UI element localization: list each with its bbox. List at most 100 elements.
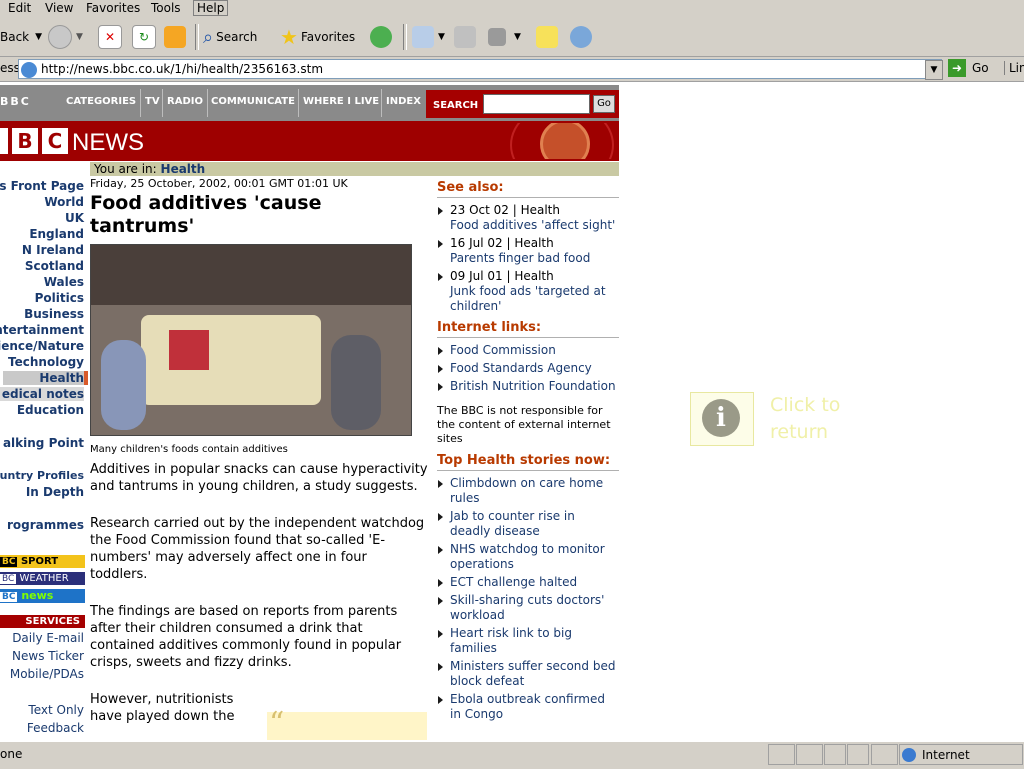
- see-also-item[interactable]: 16 Jul 02 | Health Parents finger bad foo…: [437, 236, 619, 266]
- top-story-link[interactable]: NHS watchdog to monitor operations: [437, 542, 619, 572]
- chevron-down-icon[interactable]: ▼: [35, 32, 42, 42]
- home-icon: [164, 26, 186, 48]
- nav-health[interactable]: Health: [3, 371, 88, 385]
- back-button[interactable]: Back ▼: [0, 22, 42, 52]
- nav-front-page[interactable]: ws Front Page: [0, 179, 84, 193]
- see-also-date: 09 Jul 01 | Health: [450, 269, 554, 283]
- see-also-item[interactable]: 23 Oct 02 | Health Food additives 'affect…: [437, 203, 619, 233]
- bbc-search-go-button[interactable]: Go: [593, 95, 615, 113]
- nav-radio[interactable]: RADIO: [167, 96, 203, 107]
- nav-entertainment[interactable]: ntertainment: [0, 323, 84, 337]
- nav-technology[interactable]: Technology: [8, 355, 84, 369]
- nav-england[interactable]: England: [29, 227, 84, 241]
- top-story-link[interactable]: Skill-sharing cuts doctors' workload: [437, 593, 619, 623]
- top-story-link[interactable]: Ebola outbreak confirmed in Congo: [437, 692, 619, 722]
- menu-view[interactable]: View: [45, 1, 73, 15]
- nav-categories[interactable]: CATEGORIES: [66, 96, 136, 107]
- address-dropdown[interactable]: ▼: [925, 60, 943, 80]
- nav-scotland[interactable]: Scotland: [25, 259, 84, 273]
- bbc-search-input[interactable]: [483, 94, 590, 114]
- toolbar: Back ▼ ▼ ✕ ↻ ⌕ Search ★ Favorites ▼ ▼: [0, 18, 1024, 57]
- top-story-link[interactable]: Jab to counter rise in deadly disease: [437, 509, 619, 539]
- chevron-down-icon[interactable]: ▼: [514, 32, 521, 42]
- service-mobile-pdas[interactable]: Mobile/PDAs: [10, 667, 84, 681]
- mail-button[interactable]: ▼: [412, 22, 445, 52]
- nav-n-ireland[interactable]: N Ireland: [22, 243, 84, 257]
- star-icon: ★: [280, 25, 298, 49]
- text-only-link[interactable]: Text Only: [28, 703, 84, 717]
- search-icon: ⌕: [203, 26, 214, 48]
- photo-child: [101, 340, 146, 430]
- chevron-down-icon[interactable]: ▼: [76, 32, 83, 42]
- nav-education[interactable]: Education: [17, 403, 84, 417]
- links-label[interactable]: Lin: [1004, 61, 1024, 75]
- see-also-link[interactable]: Parents finger bad food: [450, 251, 619, 266]
- nav-business[interactable]: Business: [24, 307, 84, 321]
- go-arrow-icon: ➜: [948, 59, 966, 77]
- service-news-ticker[interactable]: News Ticker: [12, 649, 84, 663]
- bbc-news-badge[interactable]: BC news: [0, 589, 85, 603]
- nav-programmes[interactable]: rogrammes: [7, 518, 84, 532]
- disclaimer-text: The BBC is not responsible for the conte…: [437, 404, 611, 445]
- top-story-link[interactable]: Heart risk link to big families: [437, 626, 619, 656]
- nav-world[interactable]: World: [44, 195, 84, 209]
- print-button[interactable]: [454, 22, 480, 52]
- nav-where-i-live[interactable]: WHERE I LIVE: [303, 96, 379, 107]
- internet-link[interactable]: Food Commission: [437, 343, 619, 358]
- bbc-logo[interactable]: B C: [0, 128, 68, 154]
- nav-politics[interactable]: Politics: [35, 291, 84, 305]
- zone-label: Internet: [922, 747, 970, 762]
- nav-medical-notes[interactable]: edical notes: [0, 387, 84, 401]
- nav-science-nature[interactable]: ience/Nature: [0, 339, 84, 353]
- nav-country-profiles[interactable]: untry Profiles: [0, 469, 84, 482]
- home-button[interactable]: [164, 22, 190, 52]
- internet-link[interactable]: British Nutrition Foundation: [437, 379, 619, 394]
- click-to-return-text[interactable]: Click to return: [770, 392, 860, 446]
- nav-communicate[interactable]: COMMUNICATE: [211, 96, 295, 107]
- nav-talking-point[interactable]: alking Point: [3, 436, 84, 450]
- nav-in-depth[interactable]: In Depth: [26, 485, 84, 499]
- breadcrumb-section[interactable]: Health: [161, 162, 206, 176]
- address-input[interactable]: http://news.bbc.co.uk/1/hi/health/235616…: [18, 59, 942, 79]
- search-button[interactable]: ⌕ Search: [203, 22, 257, 52]
- see-also-link[interactable]: Food additives 'affect sight': [450, 218, 619, 233]
- news-title: NEWS: [72, 129, 144, 156]
- photo-child: [331, 335, 381, 430]
- internet-links-heading: Internet links:: [437, 320, 619, 338]
- nav-index[interactable]: INDEX: [386, 96, 421, 107]
- nav-tv[interactable]: TV: [145, 96, 160, 107]
- history-button[interactable]: [370, 22, 396, 52]
- stop-button[interactable]: ✕: [98, 22, 126, 52]
- messenger-button[interactable]: [570, 22, 596, 52]
- menu-tools[interactable]: Tools: [151, 1, 181, 15]
- top-story-link[interactable]: ECT challenge halted: [437, 575, 619, 590]
- see-also-item[interactable]: 09 Jul 01 | Health Junk food ads 'targete…: [437, 269, 619, 314]
- edit-button[interactable]: ▼: [488, 22, 521, 52]
- nav-wales[interactable]: Wales: [44, 275, 84, 289]
- favorites-button[interactable]: ★ Favorites: [280, 22, 355, 52]
- top-story-link[interactable]: Climbdown on care home rules: [437, 476, 619, 506]
- menu-favorites[interactable]: Favorites: [86, 1, 140, 15]
- feedback-link[interactable]: Feedback: [27, 721, 84, 735]
- stop-icon: ✕: [98, 25, 122, 49]
- nav-uk[interactable]: UK: [65, 211, 84, 225]
- go-button[interactable]: ➜ Go: [948, 59, 989, 77]
- menu-edit[interactable]: Edit: [8, 1, 31, 15]
- info-return-button[interactable]: i: [690, 392, 754, 446]
- article-paragraph: However, nutritionists have played down …: [90, 692, 235, 724]
- service-daily-email[interactable]: Daily E-mail: [12, 631, 84, 645]
- article-date: Friday, 25 October, 2002, 00:01 GMT 01:0…: [90, 177, 348, 190]
- bbc-sport-badge[interactable]: BC SPORT: [0, 555, 85, 568]
- see-also-link[interactable]: Junk food ads 'targeted at children': [450, 284, 619, 314]
- top-story-link[interactable]: Ministers suffer second bed block defeat: [437, 659, 619, 689]
- forward-button[interactable]: ▼: [48, 22, 83, 52]
- chevron-down-icon[interactable]: ▼: [438, 32, 445, 42]
- internet-link[interactable]: Food Standards Agency: [437, 361, 619, 376]
- discuss-button[interactable]: [536, 22, 562, 52]
- bbc-weather-badge[interactable]: BC WEATHER: [0, 572, 85, 585]
- globe-ring: [510, 123, 614, 159]
- menu-help[interactable]: Help: [193, 0, 229, 16]
- refresh-button[interactable]: ↻: [132, 22, 160, 52]
- bbc-logo-small[interactable]: BBC: [0, 95, 31, 108]
- refresh-icon: ↻: [132, 25, 156, 49]
